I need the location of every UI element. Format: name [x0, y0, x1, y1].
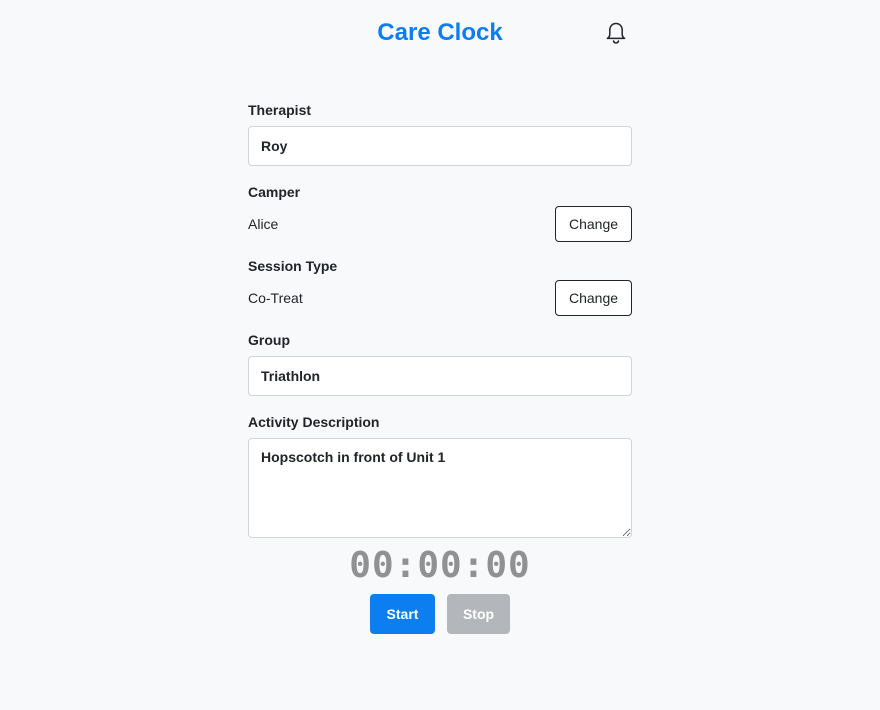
- activity-description-label: Activity Description: [248, 414, 380, 430]
- session-type-label: Session Type: [248, 258, 338, 274]
- timer-controls: Start Stop: [370, 594, 510, 634]
- header: Care Clock: [0, 0, 880, 66]
- app-title: Care Clock: [377, 19, 503, 46]
- timer-display: 00:00:00: [349, 545, 531, 586]
- camper-label: Camper: [248, 184, 301, 200]
- activity-description-textarea[interactable]: Hopscotch in front of Unit 1: [248, 438, 632, 538]
- session-type-value: Co-Treat: [248, 290, 303, 306]
- therapist-input[interactable]: [248, 126, 632, 166]
- camper-row: Alice Change: [248, 206, 632, 242]
- session-type-row: Co-Treat Change: [248, 280, 632, 316]
- therapist-label: Therapist: [248, 102, 312, 118]
- group-input[interactable]: [248, 356, 632, 396]
- stop-button[interactable]: Stop: [447, 594, 510, 634]
- group-label: Group: [248, 332, 290, 348]
- session-form: Therapist Camper Alice Change Session Ty…: [248, 100, 632, 538]
- change-camper-button[interactable]: Change: [555, 206, 632, 242]
- bell-icon[interactable]: [605, 21, 627, 45]
- change-session-type-button[interactable]: Change: [555, 280, 632, 316]
- start-button[interactable]: Start: [370, 594, 435, 634]
- camper-value: Alice: [248, 216, 279, 232]
